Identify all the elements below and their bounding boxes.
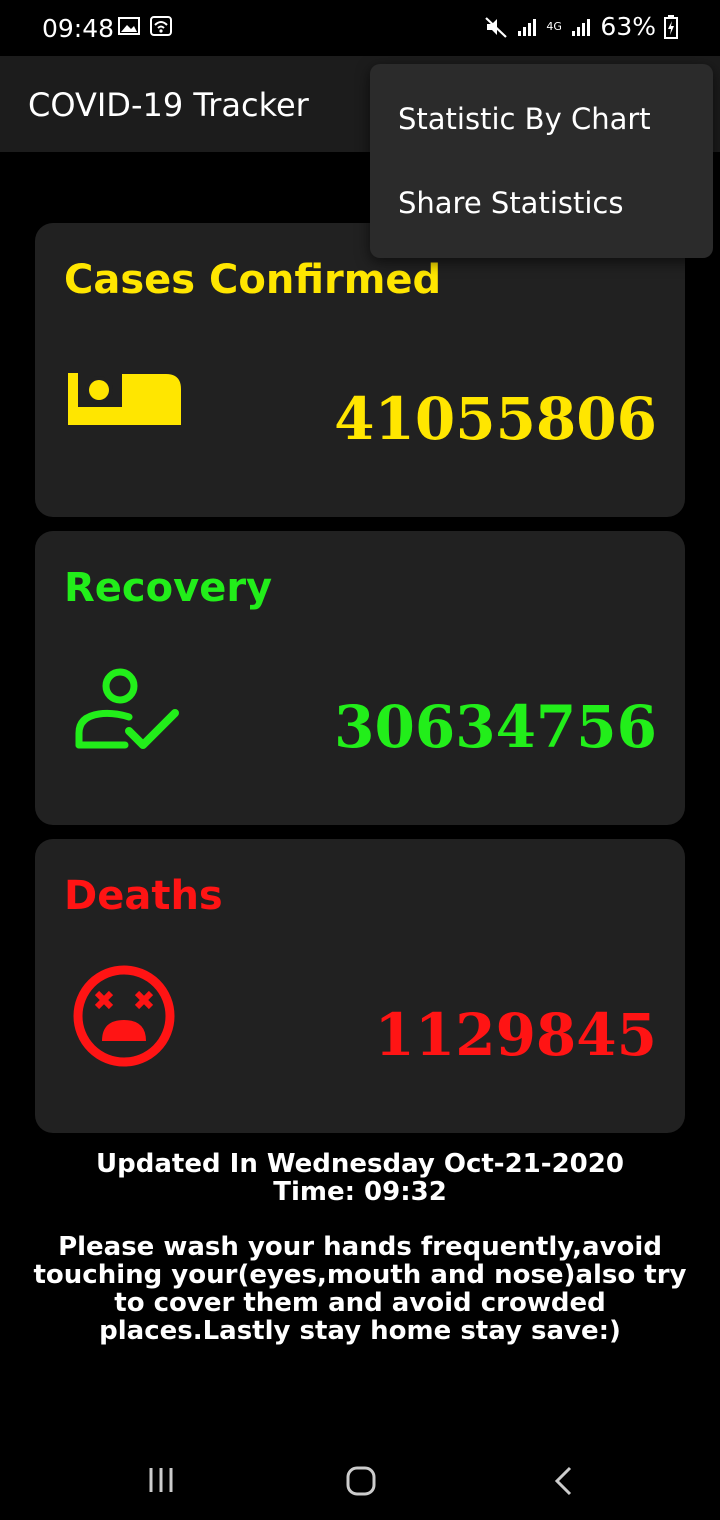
bed-icon [68,373,181,425]
person-check-icon [75,668,179,749]
menu-item-statistic-by-chart[interactable]: Statistic By Chart [398,102,651,136]
card-deaths: Deaths 1129845 [35,839,685,1133]
network-type-label: 4G [546,20,562,33]
status-system-icons: 4G 63% [484,12,678,41]
overflow-menu: Statistic By Chart Share Statistics [370,64,713,258]
signal-icon-2 [572,18,591,36]
card-title-deaths: Deaths [64,873,223,919]
advice-text: Please wash your hands frequently,avoid … [33,1232,687,1346]
back-icon[interactable] [552,1466,576,1496]
gallery-icon [118,17,140,35]
updated-info: Updated In Wednesday Oct-21-2020 Time: 0… [0,1150,720,1206]
card-title-recovery: Recovery [64,565,273,611]
updated-date: Updated In Wednesday Oct-21-2020 [96,1149,624,1179]
status-time: 09:48 [42,14,115,43]
card-cases-confirmed: Cases Confirmed 41055806 [35,223,685,517]
menu-item-share-statistics[interactable]: Share Statistics [398,186,623,220]
battery-percent: 63% [600,12,656,41]
status-bar: 09:48 4G 63% [0,0,720,56]
dead-face-icon [73,965,175,1067]
battery-charging-icon [664,14,678,39]
card-title-confirmed: Cases Confirmed [64,257,442,303]
wifi-call-icon [150,16,172,36]
mute-icon [485,16,508,38]
card-recovery: Recovery 30634756 [35,531,685,825]
signal-icon [518,18,537,36]
updated-time: Time: 09:32 [273,1177,447,1207]
status-notification-icons [118,16,172,36]
recents-icon[interactable] [147,1466,175,1494]
card-value-recovery: 30634756 [334,693,657,761]
home-icon[interactable] [346,1466,376,1496]
app-title: COVID-19 Tracker [28,86,309,124]
card-value-confirmed: 41055806 [334,385,657,453]
navigation-bar [0,1440,720,1520]
card-value-deaths: 1129845 [374,1001,658,1069]
